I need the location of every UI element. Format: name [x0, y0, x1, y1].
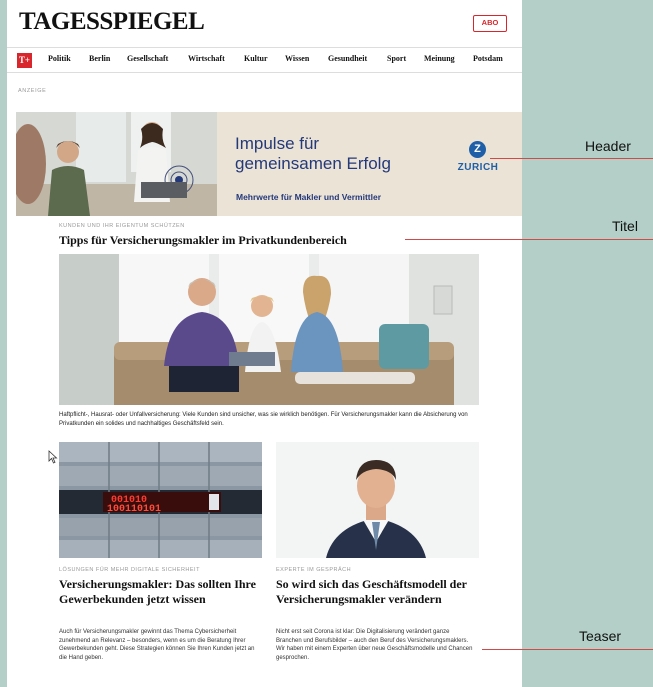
nav-item-sport[interactable]: Sport [387, 54, 406, 63]
teaser-text: Nicht erst seit Corona ist klar: Die Dig… [276, 629, 473, 661]
main-article-description: Haftpflicht-, Hausrat- oder Unfallversic… [59, 412, 468, 427]
nav-item-politik[interactable]: Politik [48, 54, 71, 63]
family-reading-photo[interactable] [59, 254, 479, 405]
binary-code-line2: 100110101 [107, 504, 161, 515]
ad-banner[interactable]: Impulse für gemeinsamen Erfolg Mehrwerte… [16, 112, 522, 216]
main-article-kicker: KUNDEN UND IHR EIGENTUM SCHÜTZEN [59, 223, 185, 229]
zurich-brand-name: ZURICH [457, 162, 499, 173]
zurich-logo-icon: Z [469, 141, 486, 158]
tplus-logo-icon[interactable]: T+ [17, 53, 32, 68]
teaser-callout-label: Teaser [579, 628, 622, 644]
site-header: TAGESSPIEGEL ABO [7, 0, 522, 46]
site-logo[interactable]: TAGESSPIEGEL [19, 8, 205, 36]
nav-item-wirtschaft[interactable]: Wirtschaft [188, 54, 225, 63]
teaser-kicker: LÖSUNGEN FÜR MEHR DIGITALE SICHERHEIT [59, 567, 200, 573]
teaser-title[interactable]: So wird sich das Geschäftsmodell der Ver… [276, 577, 481, 606]
abo-button[interactable]: ABO [473, 15, 507, 32]
nav-item-gesundheit[interactable]: Gesundheit [328, 54, 367, 63]
header-callout-label: Header [585, 138, 631, 154]
expert-portrait-photo[interactable] [276, 442, 479, 558]
nav-item-gesellschaft[interactable]: Gesellschaft [127, 54, 168, 63]
teaser-title[interactable]: Versicherungsmakler: Das sollten Ihre Ge… [59, 577, 264, 606]
ad-label: ANZEIGE [18, 88, 47, 94]
nav-item-kultur[interactable]: Kultur [244, 54, 268, 63]
nav-item-meinung[interactable]: Meinung [424, 54, 455, 63]
teaser-kicker: EXPERTE IM GESPRÄCH [276, 567, 352, 573]
mouse-cursor-icon [48, 450, 58, 464]
teaser-text: Auch für Versicherungsmakler gewinnt das… [59, 629, 255, 661]
ad-headline-line2: gemeinsamen Erfolg [235, 154, 391, 173]
nav-item-wissen[interactable]: Wissen [285, 54, 309, 63]
teaser-callout-line [482, 649, 653, 650]
web-page: TAGESSPIEGEL ABO T+ Politik Berlin Gesel… [7, 0, 522, 687]
nav-item-potsdam[interactable]: Potsdam [473, 54, 503, 63]
header-callout-line [490, 158, 653, 159]
ad-headline-line1: Impulse für [235, 134, 320, 153]
main-navigation: T+ Politik Berlin Gesellschaft Wirtschaf… [7, 47, 522, 73]
ad-tagline: Mehrwerte für Makler und Vermittler [236, 192, 382, 202]
office-team-photo [16, 112, 217, 216]
title-callout-line [405, 239, 653, 240]
nav-item-berlin[interactable]: Berlin [89, 54, 110, 63]
main-article-title[interactable]: Tipps für Versicherungsmakler im Privatk… [59, 233, 347, 248]
title-callout-label: Titel [612, 218, 638, 234]
cyber-security-photo[interactable]: 001010 100110101 [59, 442, 262, 558]
